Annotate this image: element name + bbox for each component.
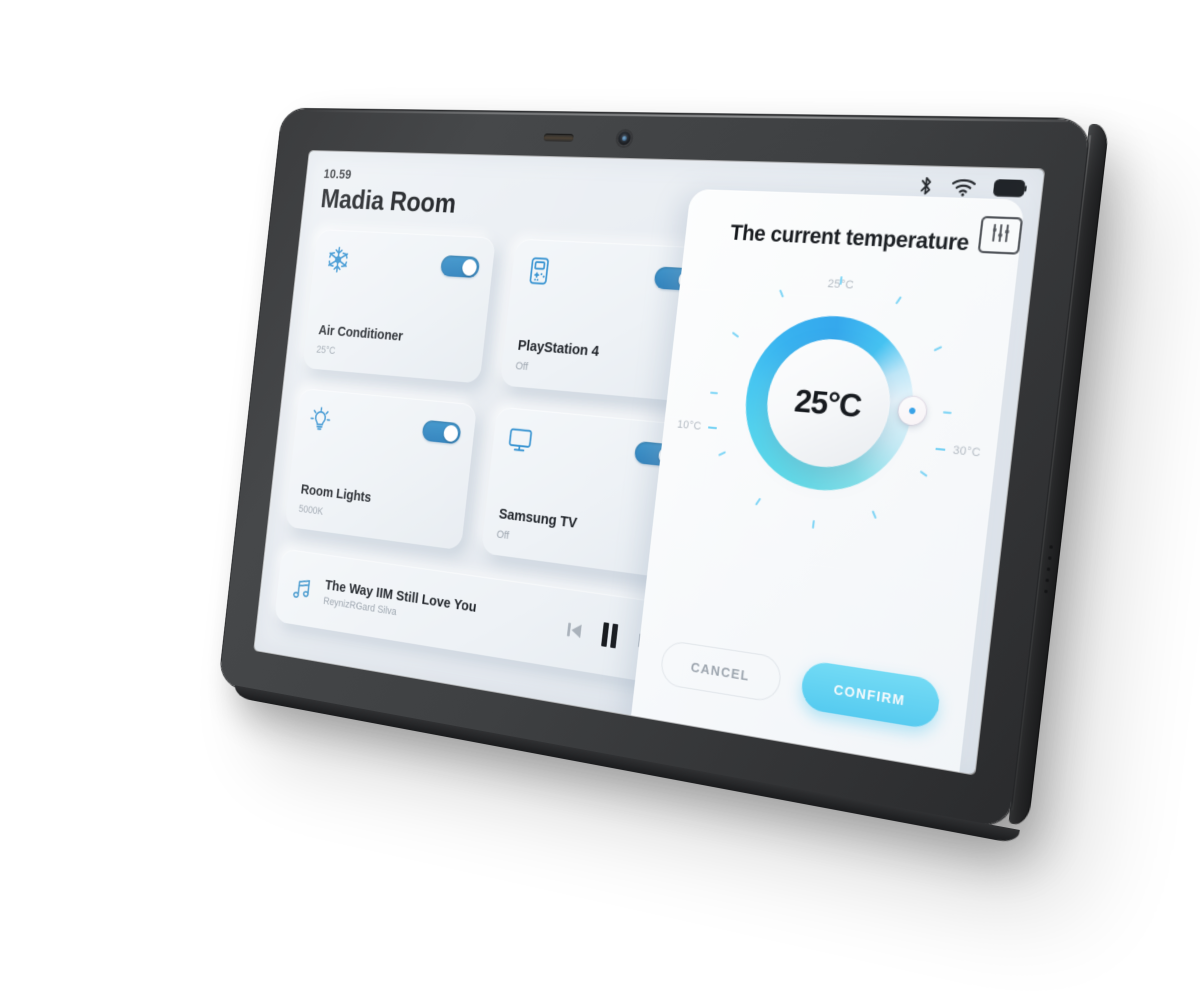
pause-icon[interactable]	[600, 622, 619, 649]
dial-tick	[731, 331, 740, 338]
dial-center: 25°C	[760, 335, 897, 473]
tick-dash	[935, 448, 946, 451]
monitor-icon	[506, 424, 535, 456]
track-meta: The Way IIM Still Love You ReynizRGard S…	[323, 577, 556, 642]
dial-tick	[895, 296, 902, 305]
device-card-playstation[interactable]: PlayStation 4 Off	[499, 238, 717, 403]
card-header	[525, 256, 699, 295]
scene: 10.59 Madia Room Air Conditioner 25°C Pl…	[0, 0, 1200, 1000]
temperature-value: 25°C	[792, 381, 864, 424]
temperature-heading: The current temperature	[729, 221, 971, 256]
dial-tick	[718, 451, 726, 457]
bezel-highlight	[303, 109, 1068, 123]
card-header	[307, 405, 462, 449]
toggle-playstation[interactable]	[653, 266, 699, 291]
gameboy-icon	[525, 256, 554, 287]
front-camera	[616, 130, 633, 147]
dial-tick	[839, 276, 843, 285]
speaker-grille	[1044, 545, 1054, 597]
temperature-panel: The current temperature 25°C 10°C 30°C	[630, 188, 1026, 775]
sliders-icon	[988, 222, 1013, 248]
dial-tick	[811, 520, 815, 529]
earpiece-speaker	[543, 133, 574, 142]
toggle-knob	[442, 424, 459, 442]
dial-tick	[754, 497, 762, 506]
dial-tick	[871, 510, 877, 519]
toggle-air-conditioner[interactable]	[439, 255, 481, 279]
lightbulb-icon	[307, 405, 333, 435]
panel-actions: CANCEL CONFIRM	[653, 638, 947, 732]
temperature-dial[interactable]: 25°C 10°C 30°C 25°C	[669, 271, 993, 581]
skip-previous-icon[interactable]	[566, 620, 583, 639]
dial-tick	[942, 411, 952, 415]
battery-icon	[993, 179, 1028, 198]
music-note-icon	[290, 574, 313, 602]
dial-ticks	[710, 276, 952, 529]
tablet-device: 10.59 Madia Room Air Conditioner 25°C Pl…	[218, 108, 1110, 845]
snowflake-icon	[325, 245, 351, 274]
device-card-room-lights[interactable]: Room Lights 5000K	[284, 387, 478, 551]
dial-tick	[779, 289, 785, 298]
dial-tick	[933, 346, 943, 352]
dial-handle[interactable]	[897, 395, 928, 426]
dial-max-text: 30°C	[952, 443, 982, 460]
status-bar	[917, 175, 1028, 200]
dial-ring[interactable]: 25°C	[736, 311, 928, 499]
device-status: Off	[514, 360, 529, 374]
dial-top-label: 25°C	[699, 271, 993, 300]
wifi-icon	[950, 177, 978, 197]
dial-tick	[919, 470, 928, 478]
dial-tick	[710, 391, 718, 395]
bluetooth-icon	[917, 175, 935, 197]
dial-max-label: 30°C	[935, 442, 982, 460]
card-header	[325, 245, 481, 282]
left-column: 10.59 Madia Room Air Conditioner 25°C Pl…	[273, 166, 724, 686]
page-title: Madia Room	[319, 184, 458, 220]
device-card-air-conditioner[interactable]: Air Conditioner 25°C	[302, 229, 496, 384]
device-card-grid: Air Conditioner 25°C PlayStation 4 Off R…	[284, 229, 717, 580]
card-header	[506, 424, 679, 471]
toggle-knob	[461, 258, 478, 276]
settings-sliders-button[interactable]	[977, 215, 1024, 255]
toggle-room-lights[interactable]	[421, 419, 462, 445]
device-status: Off	[495, 528, 510, 542]
confirm-button[interactable]: CONFIRM	[799, 659, 942, 731]
